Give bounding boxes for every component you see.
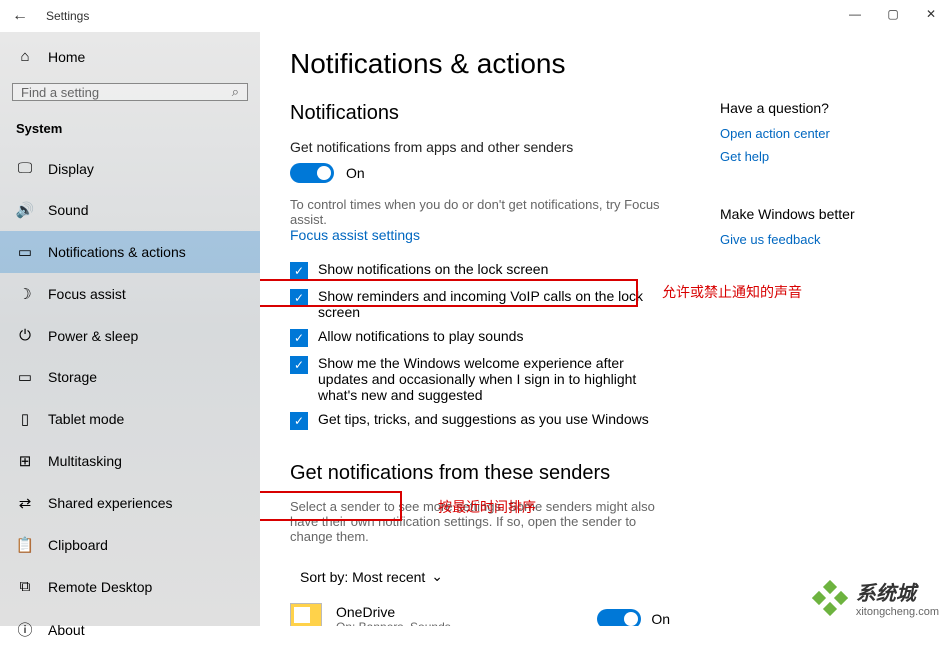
- sidebar-item-notifications[interactable]: ▭ Notifications & actions: [0, 231, 260, 273]
- checkbox-icon[interactable]: [290, 262, 308, 280]
- watermark-url: xitongcheng.com: [856, 606, 939, 618]
- sidebar-item-label: Notifications & actions: [48, 244, 186, 260]
- sidebar-item-shared[interactable]: ⇄ Shared experiences: [0, 482, 260, 524]
- sidebar-home-label: Home: [48, 49, 85, 65]
- sidebar-item-remote[interactable]: ⧉ Remote Desktop: [0, 566, 260, 607]
- notifications-heading: Notifications: [290, 102, 670, 125]
- senders-heading: Get notifications from these senders: [290, 462, 670, 485]
- sort-by-dropdown[interactable]: Sort by: Most recent ⌄: [290, 562, 453, 591]
- sort-label: Sort by: Most recent: [300, 569, 425, 585]
- display-icon: 🖵: [16, 160, 34, 177]
- sidebar-item-label: Display: [48, 161, 94, 177]
- sidebar-item-label: Power & sleep: [48, 328, 138, 344]
- check-label: Show notifications on the lock screen: [318, 261, 548, 277]
- check-tips[interactable]: Get tips, tricks, and suggestions as you…: [290, 407, 670, 434]
- page-title: Notifications & actions: [290, 48, 919, 80]
- window-title: Settings: [46, 9, 89, 23]
- minimize-button[interactable]: —: [843, 4, 867, 24]
- sidebar-item-label: Sound: [48, 202, 88, 218]
- sidebar-item-label: Multitasking: [48, 453, 122, 469]
- focus-assist-link[interactable]: Focus assist settings: [290, 227, 670, 243]
- toggle-state: On: [346, 165, 365, 181]
- open-action-center-link[interactable]: Open action center: [720, 126, 900, 141]
- sidebar-item-label: Remote Desktop: [48, 579, 152, 595]
- sender-state: On: [651, 611, 670, 626]
- window-controls: — ▢ ✕: [843, 4, 943, 24]
- check-label: Show reminders and incoming VoIP calls o…: [318, 288, 670, 320]
- focus-hint: To control times when you do or don't ge…: [290, 197, 670, 227]
- annotation-text-sounds: 允许或禁止通知的声音: [662, 282, 802, 302]
- sidebar: ⌂ Home Find a setting ⌕ System 🖵 Display…: [0, 32, 260, 626]
- close-button[interactable]: ✕: [919, 4, 943, 24]
- sidebar-item-storage[interactable]: ▭ Storage: [0, 356, 260, 398]
- notifications-icon: ▭: [16, 243, 34, 261]
- check-play-sounds[interactable]: Allow notifications to play sounds: [290, 324, 670, 351]
- checkbox-icon[interactable]: [290, 412, 308, 430]
- have-question-heading: Have a question?: [720, 100, 900, 116]
- sidebar-item-label: Storage: [48, 369, 97, 385]
- checkbox-icon[interactable]: [290, 356, 308, 374]
- check-welcome[interactable]: Show me the Windows welcome experience a…: [290, 351, 670, 407]
- sidebar-item-label: Shared experiences: [48, 495, 173, 511]
- multitasking-icon: ⊞: [16, 452, 34, 470]
- maximize-button[interactable]: ▢: [881, 4, 905, 24]
- search-icon: ⌕: [232, 84, 239, 100]
- sidebar-item-display[interactable]: 🖵 Display: [0, 148, 260, 189]
- main-content: Notifications & actions Notifications Ge…: [260, 32, 949, 626]
- sidebar-item-label: Clipboard: [48, 537, 108, 553]
- sidebar-item-label: Tablet mode: [48, 411, 124, 427]
- sidebar-item-sound[interactable]: 🔊 Sound: [0, 189, 260, 231]
- sound-icon: 🔊: [16, 201, 34, 219]
- sidebar-item-clipboard[interactable]: 📋 Clipboard: [0, 524, 260, 566]
- sidebar-item-focus-assist[interactable]: ☽ Focus assist: [0, 273, 260, 315]
- back-icon[interactable]: ←: [12, 7, 28, 25]
- make-better-heading: Make Windows better: [720, 206, 900, 222]
- watermark-brand: 系统城: [856, 577, 939, 606]
- watermark: 系统城 xitongcheng.com: [812, 577, 939, 618]
- notifications-toggle[interactable]: [290, 163, 334, 183]
- shared-icon: ⇄: [16, 494, 34, 512]
- sidebar-item-label: About: [48, 622, 85, 638]
- chevron-down-icon: ⌄: [431, 568, 443, 585]
- clipboard-icon: 📋: [16, 536, 34, 554]
- sidebar-item-label: Focus assist: [48, 286, 126, 302]
- focus-icon: ☽: [16, 285, 34, 303]
- titlebar: ← Settings — ▢ ✕: [0, 0, 949, 32]
- checkbox-icon[interactable]: [290, 289, 308, 307]
- tablet-icon: ▯: [16, 410, 34, 428]
- search-input[interactable]: Find a setting ⌕: [12, 83, 248, 101]
- power-icon: ⏻: [16, 327, 34, 344]
- remote-icon: ⧉: [16, 578, 34, 595]
- sidebar-item-power[interactable]: ⏻ Power & sleep: [0, 315, 260, 356]
- get-notifications-label: Get notifications from apps and other se…: [290, 139, 670, 155]
- sidebar-item-multitasking[interactable]: ⊞ Multitasking: [0, 440, 260, 482]
- sender-sub: On: Banners, Sounds: [336, 620, 583, 626]
- sender-onedrive[interactable]: OneDrive On: Banners, Sounds On: [290, 603, 670, 626]
- sidebar-home[interactable]: ⌂ Home: [0, 38, 260, 75]
- onedrive-icon: [290, 603, 322, 626]
- annotation-text-sort: 按最近时间排序: [438, 497, 536, 517]
- about-icon: ⓘ: [16, 619, 34, 640]
- sidebar-category: System: [0, 115, 260, 148]
- feedback-link[interactable]: Give us feedback: [720, 232, 900, 247]
- watermark-logo-icon: [812, 580, 848, 616]
- check-lock-screen[interactable]: Show notifications on the lock screen: [290, 257, 670, 284]
- sender-toggle[interactable]: [597, 609, 641, 626]
- check-label: Allow notifications to play sounds: [318, 328, 523, 344]
- sender-name: OneDrive: [336, 604, 583, 620]
- check-voip[interactable]: Show reminders and incoming VoIP calls o…: [290, 284, 670, 324]
- sidebar-item-tablet[interactable]: ▯ Tablet mode: [0, 398, 260, 440]
- search-placeholder: Find a setting: [21, 85, 232, 100]
- sidebar-item-about[interactable]: ⓘ About: [0, 607, 260, 652]
- check-label: Get tips, tricks, and suggestions as you…: [318, 411, 649, 427]
- checkbox-icon[interactable]: [290, 329, 308, 347]
- storage-icon: ▭: [16, 368, 34, 386]
- check-label: Show me the Windows welcome experience a…: [318, 355, 670, 403]
- home-icon: ⌂: [16, 48, 34, 65]
- help-panel: Have a question? Open action center Get …: [720, 98, 900, 626]
- get-help-link[interactable]: Get help: [720, 149, 900, 164]
